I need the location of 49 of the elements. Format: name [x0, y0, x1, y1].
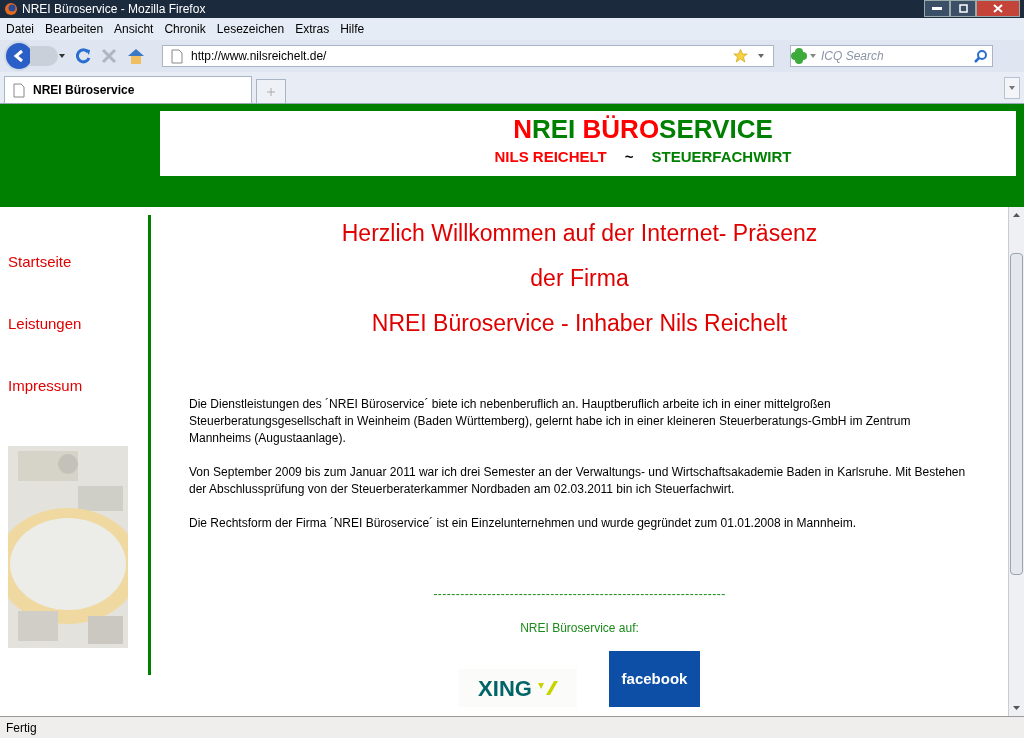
caret-icon [1009, 86, 1015, 90]
heading: der Firma [530, 264, 629, 293]
search-icon[interactable] [974, 49, 988, 63]
heading: NREI Büroservice - Inhaber Nils Reichelt [371, 309, 788, 338]
heading: Herzlich Willkommen auf der Internet- Präsenz [341, 219, 818, 248]
site-subtitle: NILS REICHELT ~ STEUERFACHWIRT [494, 147, 792, 167]
tab-list-button[interactable] [1004, 77, 1020, 99]
minimize-button[interactable] [924, 0, 950, 17]
scrollbar[interactable] [1008, 207, 1024, 716]
separator: ----------------------------------------------------------------- [433, 586, 726, 603]
social-label: NREI Büroservice auf: [520, 620, 639, 637]
nav-link[interactable]: Startseite [8, 252, 148, 314]
status-text: Fertig [6, 719, 37, 737]
page-icon [13, 82, 25, 98]
site-title: NREI BÜROSERVICE [513, 113, 773, 146]
scroll-up-icon[interactable] [1013, 213, 1020, 217]
restore-icon [958, 4, 968, 13]
home-icon[interactable] [126, 47, 146, 65]
restore-button[interactable] [950, 0, 976, 17]
menu-item[interactable]: Bearbeiten [45, 20, 104, 38]
paragraph: Von September 2009 bis zum Januar 2011 war ich drei Semester an der Verwaltungs- und Wirtschaftsakademie Baden in Karlsruhe. Mit Bestehen der Abschlussprüfung von der Steuerberaterkammer Nordbaden am 02.03.2011 bin ich Steuerfachwirt. [189, 464, 967, 498]
xing-logo[interactable]: XING [459, 669, 577, 707]
star-icon[interactable] [732, 48, 749, 64]
menu-item[interactable]: Extras [295, 20, 330, 38]
paragraph: Die Rechtsform der Firma ´NREI Büroservice´ ist ein Einzelunternehmen und wurde gegründet zum 01.01.2008 in Mannheim. [189, 515, 857, 532]
reload-icon[interactable] [74, 47, 92, 65]
address-field[interactable]: http://www.nilsreichelt.de/ [162, 45, 774, 67]
menu-item[interactable]: Datei [6, 20, 34, 38]
caret-icon [58, 53, 66, 59]
paragraph: Die Dienstleistungen des ´NREI Büroservice´ biete ich nebenberuflich an. Hauptberuflich arbeite ich in einer mittelgroßen Steuerberatungsgesellschaft in Weinheim (Baden Württemberg), gelernt habe ich in einer kleineren Steuerberatungs-GmbH im Zentrum Mannheims (Augustaanlage). [189, 396, 912, 447]
clover-icon[interactable] [791, 46, 817, 66]
minimize-icon [932, 7, 942, 10]
menu-item[interactable]: Ansicht [114, 20, 154, 38]
close-icon [993, 4, 1003, 13]
close-button[interactable] [976, 0, 1020, 17]
back-forward-button[interactable] [4, 41, 66, 71]
scroll-down-icon[interactable] [1013, 706, 1020, 710]
menu-item[interactable]: Hilfe [340, 20, 365, 38]
page-icon [171, 48, 183, 64]
plus-icon [267, 87, 275, 96]
window-title: NREI Büroservice - Mozilla Firefox [22, 1, 207, 18]
browser-logo-icon [4, 2, 18, 16]
nav-link[interactable]: Leistungen [8, 314, 148, 376]
dropdown-icon[interactable] [757, 53, 765, 59]
menu-item[interactable]: Chronik [164, 20, 206, 38]
browser-tab[interactable]: NREI Büroservice [4, 76, 252, 103]
nav-link[interactable]: Impressum [8, 376, 148, 438]
menu-item[interactable]: Lesezeichen [216, 20, 285, 38]
facebook-logo[interactable]: facebook [609, 651, 700, 707]
